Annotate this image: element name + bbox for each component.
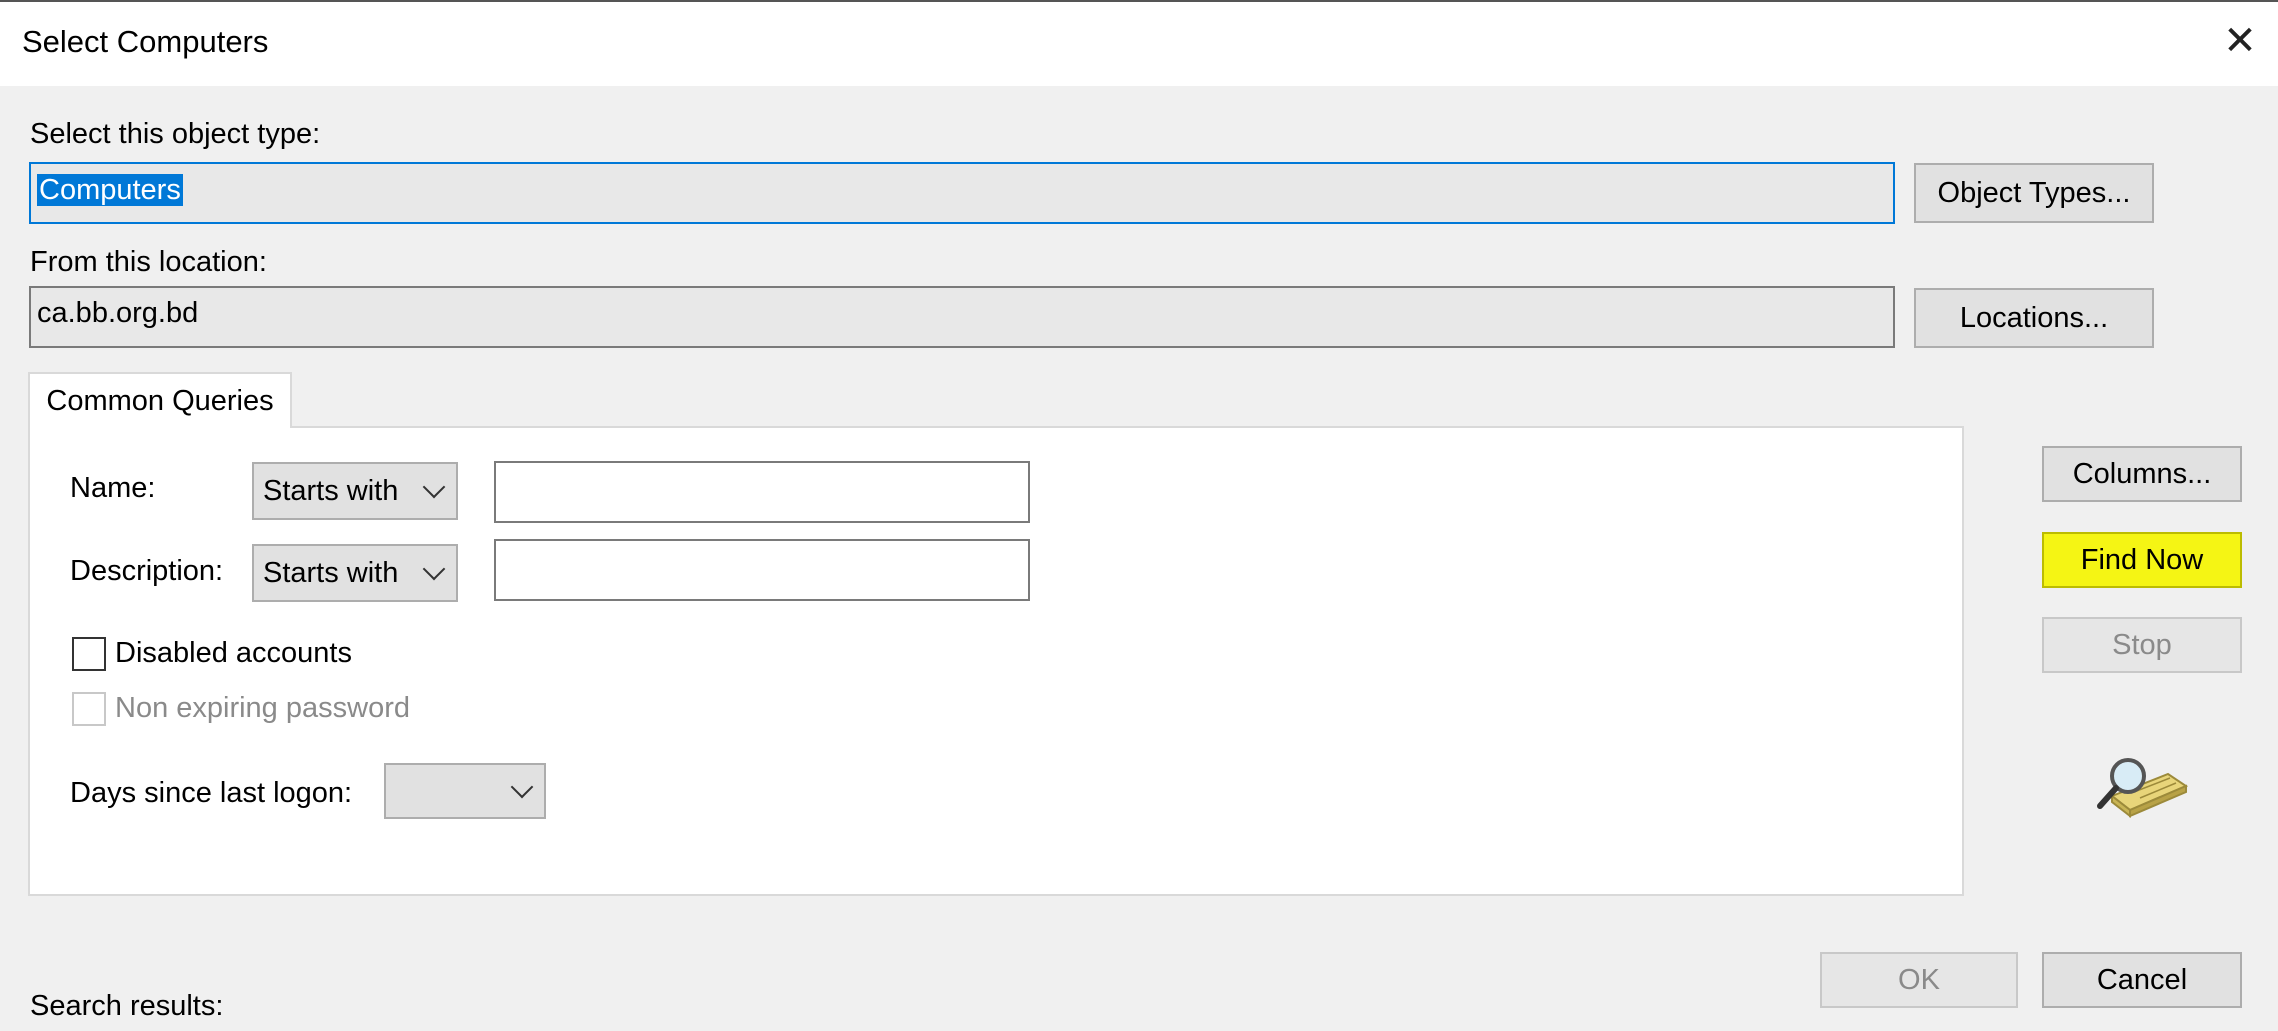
magnifier-icon bbox=[2090, 752, 2190, 824]
days-since-logon-select[interactable] bbox=[384, 763, 546, 819]
description-mode-select[interactable]: Starts with bbox=[252, 544, 458, 602]
columns-button[interactable]: Columns... bbox=[2042, 446, 2242, 502]
name-label: Name: bbox=[70, 472, 156, 504]
name-input[interactable] bbox=[494, 461, 1030, 523]
object-types-button[interactable]: Object Types... bbox=[1914, 163, 2154, 223]
name-mode-select[interactable]: Starts with bbox=[252, 462, 458, 520]
chevron-down-icon bbox=[422, 557, 446, 581]
non-expiring-password-checkbox bbox=[72, 692, 106, 726]
window-title: Select Computers bbox=[22, 24, 269, 59]
tab-common-queries[interactable]: Common Queries bbox=[28, 372, 292, 428]
description-mode-value: Starts with bbox=[263, 556, 399, 589]
find-now-button[interactable]: Find Now bbox=[2042, 532, 2242, 588]
object-type-value: Computers bbox=[37, 174, 183, 206]
location-value: ca.bb.org.bd bbox=[37, 297, 199, 329]
name-mode-value: Starts with bbox=[263, 474, 399, 507]
object-type-label: Select this object type: bbox=[30, 118, 321, 150]
close-icon[interactable]: ✕ bbox=[2215, 16, 2265, 66]
disabled-accounts-checkbox[interactable] bbox=[72, 637, 106, 671]
location-field: ca.bb.org.bd bbox=[29, 286, 1895, 348]
chevron-down-icon bbox=[422, 475, 446, 499]
location-label: From this location: bbox=[30, 246, 267, 278]
title-bar bbox=[0, 0, 2278, 86]
non-expiring-password-label: Non expiring password bbox=[115, 692, 410, 724]
cancel-button[interactable]: Cancel bbox=[2042, 952, 2242, 1008]
ok-button: OK bbox=[1820, 952, 2018, 1008]
days-since-logon-label: Days since last logon: bbox=[70, 777, 353, 809]
chevron-down-icon bbox=[510, 775, 534, 799]
disabled-accounts-label: Disabled accounts bbox=[115, 637, 352, 669]
description-input[interactable] bbox=[494, 539, 1030, 601]
object-type-field[interactable]: Computers bbox=[29, 162, 1895, 224]
search-results-label: Search results: bbox=[30, 990, 224, 1022]
locations-button[interactable]: Locations... bbox=[1914, 288, 2154, 348]
description-label: Description: bbox=[70, 555, 224, 587]
stop-button: Stop bbox=[2042, 617, 2242, 673]
